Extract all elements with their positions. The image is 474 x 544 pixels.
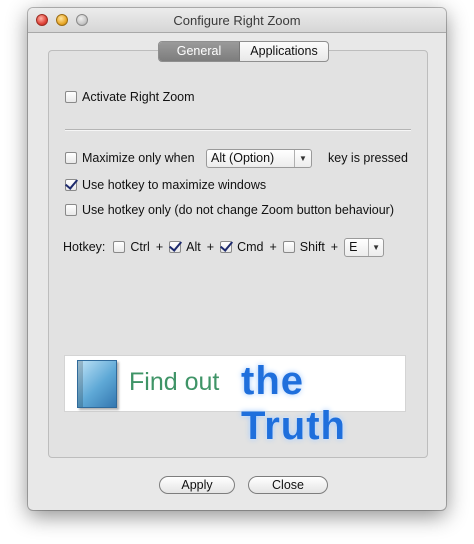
tab-applications[interactable]: Applications: [240, 42, 328, 61]
popup-arrow-icon: ▼: [294, 149, 311, 167]
alt-checkbox[interactable]: [169, 241, 182, 253]
apply-button[interactable]: Apply: [159, 476, 235, 494]
close-button[interactable]: Close: [248, 476, 328, 494]
hotkey-only-label: Use hotkey only (do not change Zoom butt…: [82, 203, 394, 217]
key-pressed-label: key is pressed: [328, 151, 408, 165]
configure-window: Configure Right Zoom General Application…: [28, 8, 446, 510]
plus-sign: +: [155, 240, 164, 254]
banner-truth-text: the Truth: [241, 359, 346, 448]
activate-checkbox[interactable]: [65, 91, 77, 103]
activate-row[interactable]: Activate Right Zoom: [65, 88, 195, 106]
hotkey-only-row[interactable]: Use hotkey only (do not change Zoom butt…: [65, 201, 394, 219]
plus-sign: +: [206, 240, 215, 254]
use-hotkey-row[interactable]: Use hotkey to maximize windows: [65, 176, 266, 194]
hotkey-key-value: E: [349, 240, 358, 254]
plus-sign: +: [330, 240, 339, 254]
modifier-key-value: Alt (Option): [211, 151, 275, 165]
cmd-label: Cmd: [237, 240, 264, 254]
use-hotkey-label: Use hotkey to maximize windows: [82, 178, 267, 192]
hotkey-key-popup[interactable]: E ▼: [344, 237, 385, 257]
hotkey-row: Hotkey: Ctrl + Alt + Cmd + Shift + E ▼: [63, 237, 385, 257]
popup-arrow-icon: ▼: [368, 238, 383, 256]
cmd-checkbox[interactable]: [220, 241, 233, 253]
maximize-only-row: Maximize only when Alt (Option) ▼ key is…: [65, 148, 408, 168]
use-hotkey-checkbox[interactable]: [65, 179, 77, 191]
book-cover-icon: [77, 360, 117, 408]
ctrl-label: Ctrl: [130, 240, 150, 254]
modifier-key-popup[interactable]: Alt (Option) ▼: [206, 148, 312, 168]
maximize-only-checkbox[interactable]: [65, 152, 77, 164]
banner-find-out-text: Find out: [129, 368, 220, 396]
ad-banner[interactable]: Find out the Truth: [64, 355, 406, 448]
activate-label: Activate Right Zoom: [82, 90, 195, 104]
tab-general[interactable]: General: [159, 42, 240, 61]
divider: [65, 129, 411, 131]
hotkey-only-checkbox[interactable]: [65, 204, 77, 216]
shift-checkbox[interactable]: [282, 241, 295, 253]
window-title: Configure Right Zoom: [173, 13, 301, 28]
plus-sign: +: [269, 240, 277, 254]
maximize-only-label: Maximize only when: [82, 151, 195, 165]
title-bar[interactable]: Configure Right Zoom: [28, 8, 446, 33]
shift-label: Shift: [299, 240, 325, 254]
hotkey-label: Hotkey:: [63, 240, 106, 254]
tab-bar: General Applications: [158, 41, 329, 62]
alt-label: Alt: [186, 240, 201, 254]
ctrl-checkbox[interactable]: [113, 241, 126, 253]
